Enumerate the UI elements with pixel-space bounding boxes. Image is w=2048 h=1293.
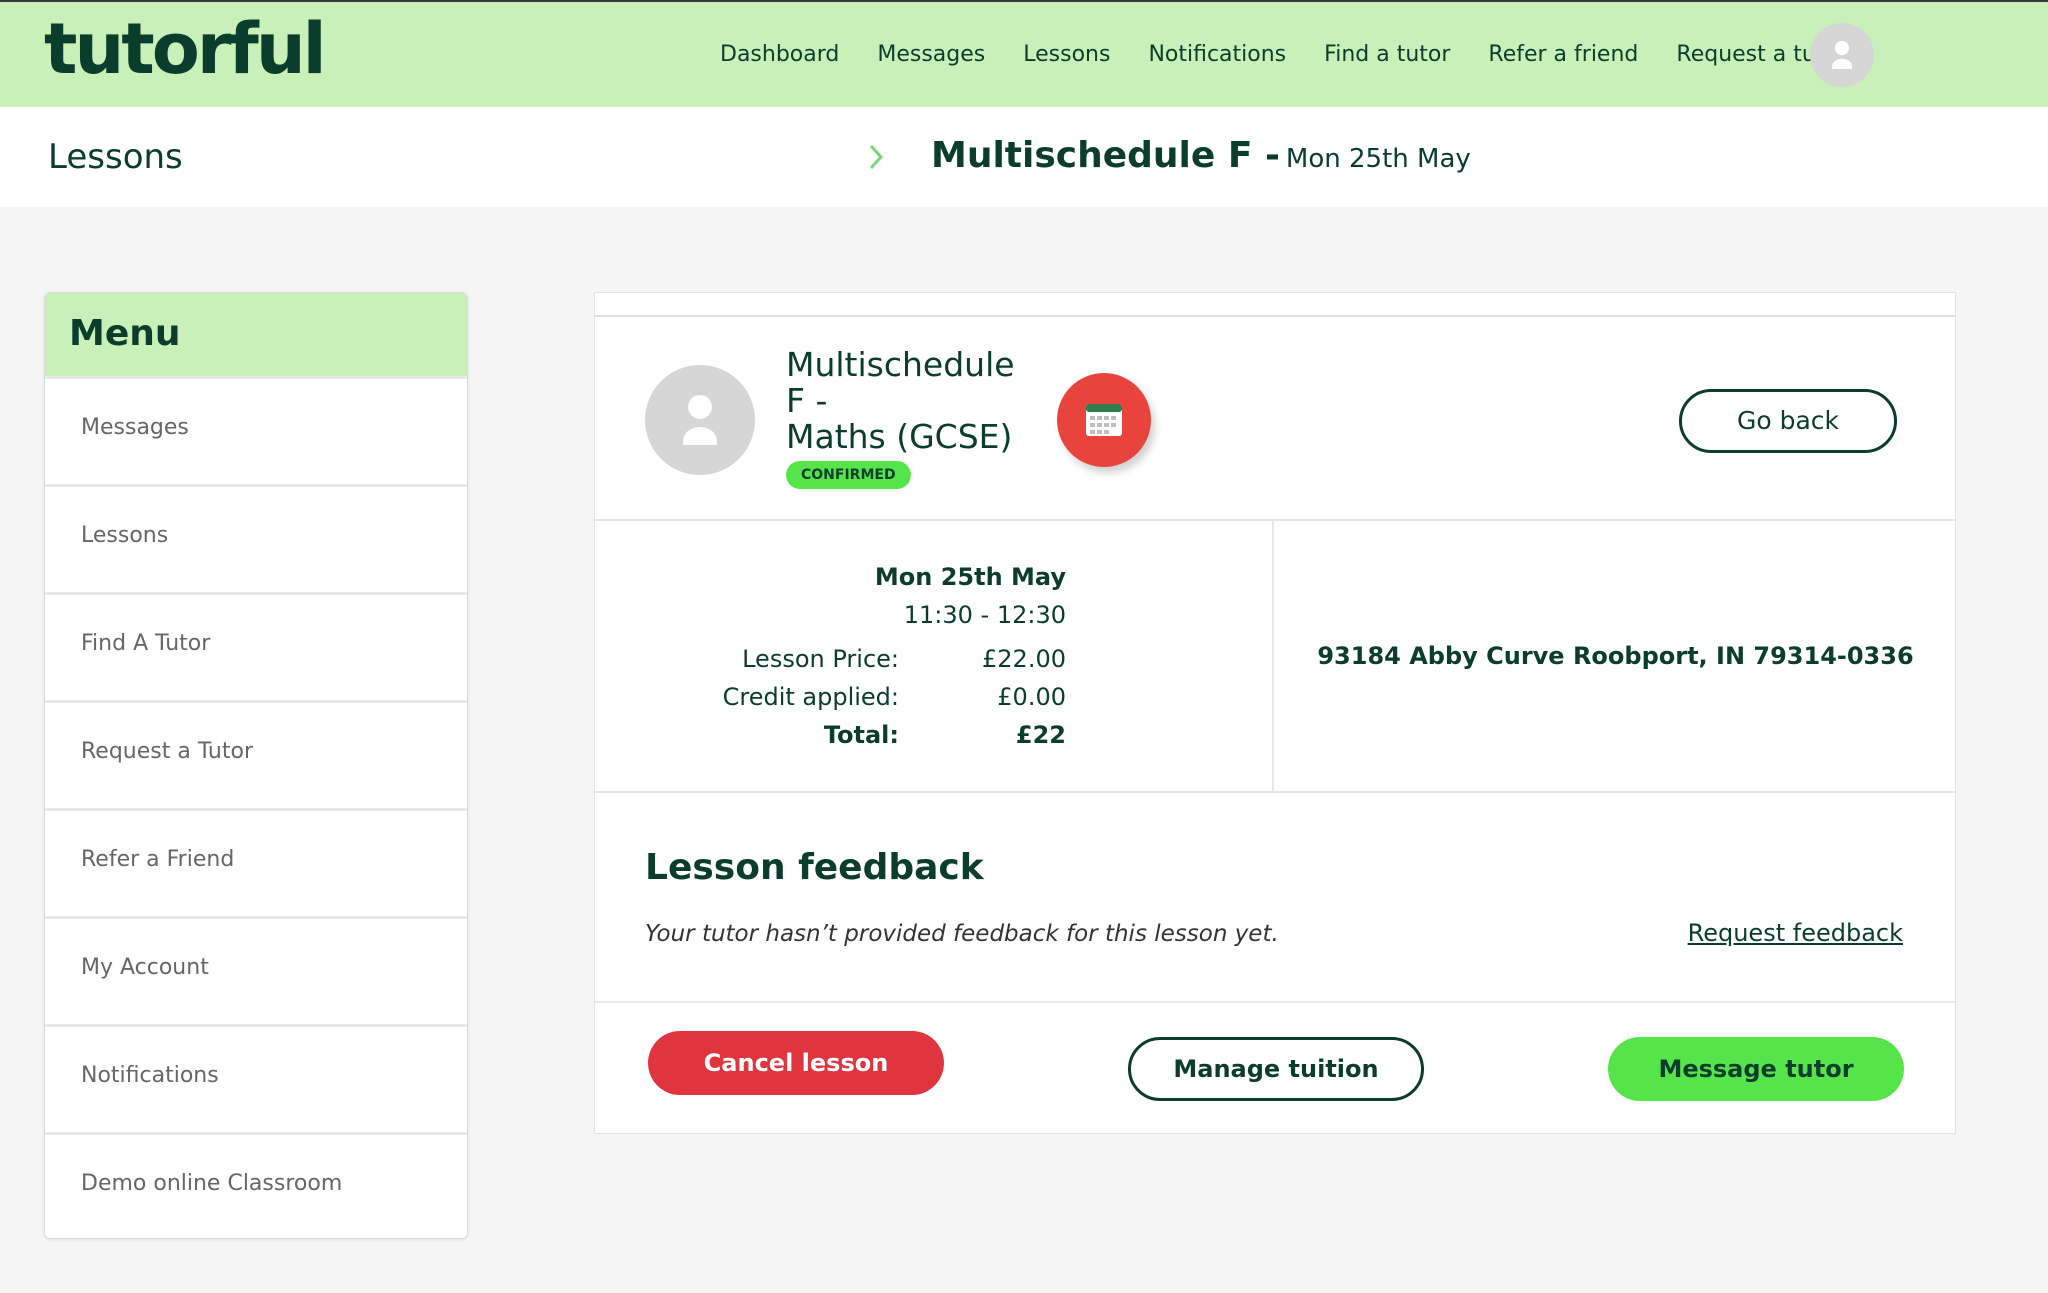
user-icon — [683, 395, 717, 445]
top-navbar: tutorful Dashboard Messages Lessons Noti… — [0, 0, 2048, 107]
user-icon — [1832, 41, 1852, 69]
card-top-strip — [595, 293, 1955, 317]
sidebar-item-find-a-tutor[interactable]: Find A Tutor — [45, 592, 467, 700]
lesson-name: Multischedule F - Maths (GCSE) — [786, 347, 1046, 455]
nav-refer-a-friend[interactable]: Refer a friend — [1488, 42, 1638, 67]
status-badge: CONFIRMED — [786, 461, 911, 489]
nav-dashboard[interactable]: Dashboard — [720, 42, 839, 67]
total-value: £22 — [1015, 721, 1066, 749]
chevron-right-icon — [869, 144, 884, 170]
manage-tuition-button[interactable]: Manage tuition — [1128, 1037, 1424, 1101]
menu-heading: Menu — [69, 313, 181, 354]
lesson-time: 11:30 - 12:30 — [903, 601, 1066, 629]
sidebar-item-refer-a-friend[interactable]: Refer a Friend — [45, 808, 467, 916]
page-title-date: Mon 25th May — [1285, 144, 1471, 174]
lesson-name-line1: Multischedule — [786, 345, 1015, 384]
breadcrumb-root[interactable]: Lessons — [48, 137, 183, 177]
lesson-feedback: Lesson feedback Your tutor hasn’t provid… — [595, 793, 1955, 1003]
tutorful-logo[interactable]: tutorful — [44, 8, 327, 90]
lesson-header: Multischedule F - Maths (GCSE) CONFIRMED… — [595, 317, 1955, 521]
lesson-date: Mon 25th May — [874, 563, 1066, 591]
nav-find-a-tutor[interactable]: Find a tutor — [1324, 42, 1450, 67]
sidebar-menu: Menu Messages Lessons Find A Tutor Reque… — [44, 292, 468, 1239]
lesson-subject: Maths (GCSE) — [786, 417, 1013, 456]
request-feedback-link[interactable]: Request feedback — [1688, 919, 1903, 947]
lesson-pricing: Mon 25th May 11:30 - 12:30 Lesson Price:… — [595, 521, 1274, 791]
lesson-location: 93184 Abby Curve Roobport, IN 79314-0336 — [1276, 521, 1955, 791]
lesson-address: 93184 Abby Curve Roobport, IN 79314-0336 — [1317, 642, 1914, 670]
sidebar-item-demo-classroom[interactable]: Demo online Classroom — [45, 1132, 467, 1238]
page-title-name: Multischedule F - — [931, 135, 1280, 176]
sidebar-item-lessons[interactable]: Lessons — [45, 484, 467, 592]
sidebar-item-my-account[interactable]: My Account — [45, 916, 467, 1024]
calendar-icon — [1086, 404, 1122, 436]
credit-value: £0.00 — [997, 683, 1066, 711]
nav-notifications[interactable]: Notifications — [1148, 42, 1286, 67]
lesson-details: Mon 25th May 11:30 - 12:30 Lesson Price:… — [595, 521, 1955, 793]
total-label: Total: — [823, 721, 899, 749]
go-back-button[interactable]: Go back — [1679, 389, 1897, 453]
message-tutor-button[interactable]: Message tutor — [1608, 1037, 1904, 1101]
breadcrumb: Lessons Multischedule F - Mon 25th May — [0, 107, 2048, 207]
nav-messages[interactable]: Messages — [877, 42, 985, 67]
user-avatar[interactable] — [1810, 23, 1874, 87]
sidebar-item-messages[interactable]: Messages — [45, 376, 467, 484]
page-title: Multischedule F - Mon 25th May — [931, 135, 1471, 176]
lesson-name-line2: F - — [786, 381, 828, 420]
main-nav: Dashboard Messages Lessons Notifications… — [720, 42, 1847, 67]
price-value: £22.00 — [982, 645, 1066, 673]
tutor-avatar — [645, 365, 755, 475]
credit-label: Credit applied: — [722, 683, 899, 711]
sidebar-item-notifications[interactable]: Notifications — [45, 1024, 467, 1132]
menu-header: Menu — [45, 293, 467, 376]
price-label: Lesson Price: — [742, 645, 899, 673]
feedback-message: Your tutor hasn’t provided feedback for … — [645, 921, 1279, 947]
lesson-card: Multischedule F - Maths (GCSE) CONFIRMED… — [594, 292, 1956, 1134]
add-to-calendar-button[interactable] — [1057, 373, 1151, 467]
nav-lessons[interactable]: Lessons — [1023, 42, 1110, 67]
feedback-title: Lesson feedback — [645, 847, 984, 888]
sidebar-item-request-a-tutor[interactable]: Request a Tutor — [45, 700, 467, 808]
cancel-lesson-button[interactable]: Cancel lesson — [648, 1031, 944, 1095]
